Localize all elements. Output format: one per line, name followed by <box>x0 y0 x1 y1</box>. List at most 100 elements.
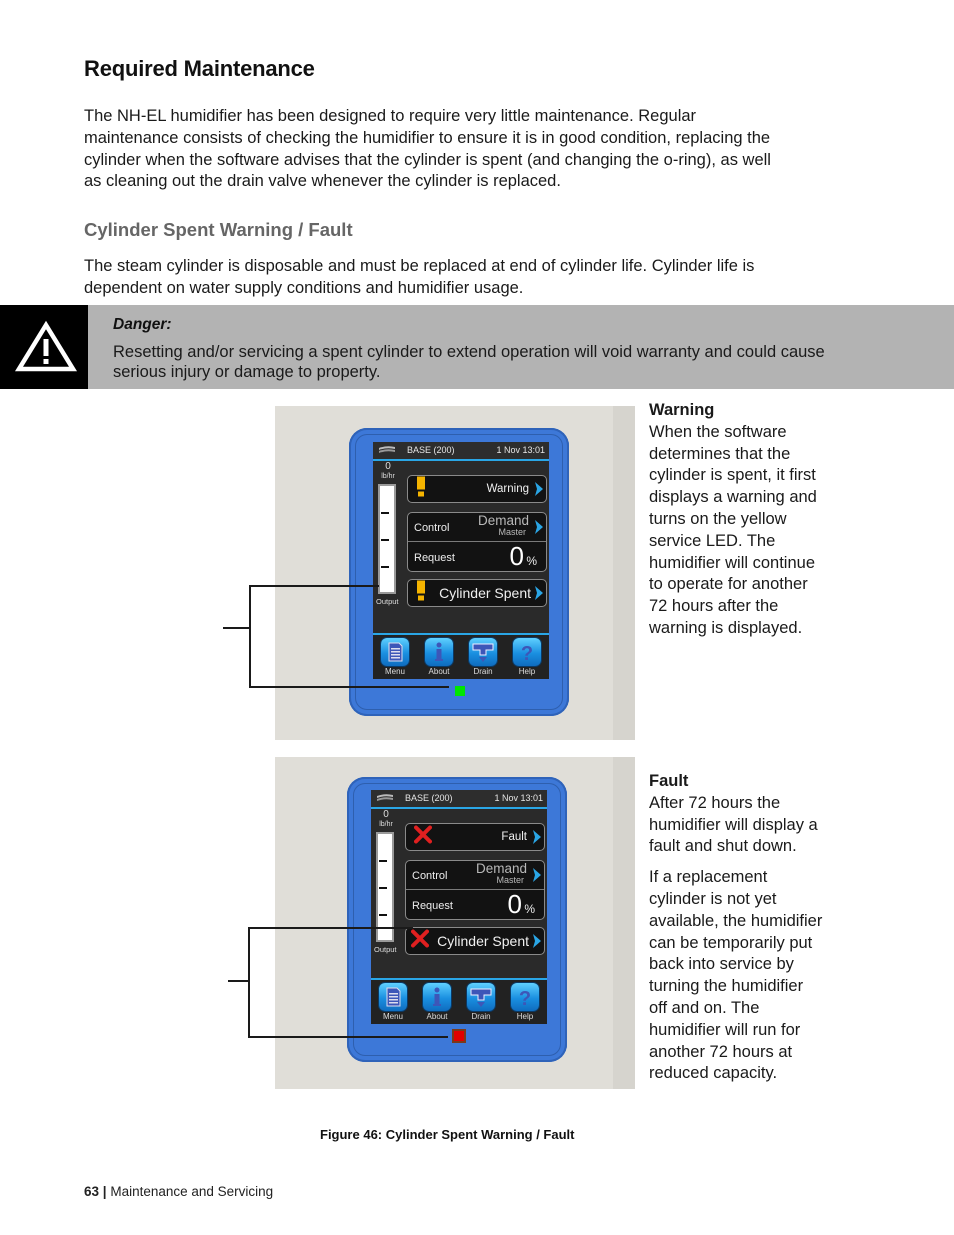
status-button-label: Fault <box>501 831 527 843</box>
warning-line: warning is displayed. <box>649 618 803 637</box>
chevron-right-icon <box>533 830 541 844</box>
toolbar-label: Drain <box>473 667 493 676</box>
help-question-icon: ? <box>519 988 531 1010</box>
control-request-panel[interactable]: Control Demand Master Request 0 % <box>407 512 547 572</box>
fault-description: Fault After 72 hours the humidifier will… <box>649 771 849 1085</box>
status-led-green <box>455 686 465 696</box>
intro-line: as cleaning out the drain valve whenever… <box>84 172 561 191</box>
subsection-line: The steam cylinder is disposable and mus… <box>84 257 755 275</box>
subsection-line: dependent on water supply conditions and… <box>84 278 524 297</box>
screen-header: BASE (200) 1 Nov 13:01 <box>373 442 549 461</box>
control-mode-value: Demand <box>477 513 529 528</box>
header-datetime: 1 Nov 13:01 <box>496 445 545 455</box>
fault-heading: Fault <box>649 772 689 790</box>
danger-line: Resetting and/or servicing a spent cylin… <box>113 343 825 361</box>
gauge-tick <box>381 566 389 568</box>
toolbar-drain-button[interactable]: Drain <box>467 638 499 676</box>
red-x-icon <box>414 825 432 849</box>
document-icon <box>388 642 403 662</box>
fault-line: available, the humidifier <box>649 911 823 930</box>
alarm-button-label: Cylinder Spent <box>439 585 531 601</box>
warning-line: determines that the <box>649 444 791 463</box>
gauge-unit: lb/hr <box>379 821 393 828</box>
danger-text: Resetting and/or servicing a spent cylin… <box>113 343 913 382</box>
subsection-paragraph: The steam cylinder is disposable and mus… <box>84 256 754 300</box>
panel-divider <box>406 889 544 890</box>
warning-status-button[interactable]: Warning <box>407 475 547 503</box>
figure-shade <box>613 406 635 740</box>
control-label: Control <box>414 522 450 534</box>
cylinder-spent-button[interactable]: Cylinder Spent <box>405 927 545 955</box>
callout-line-top <box>249 585 379 587</box>
intro-line: maintenance consists of checking the hum… <box>84 128 771 147</box>
fault-line: reduced capacity. <box>649 1064 778 1083</box>
svg-text:?: ? <box>521 643 533 665</box>
chevron-right-icon <box>535 586 543 600</box>
output-gauge-bar <box>376 832 394 942</box>
callout-stem <box>223 627 250 629</box>
warning-heading: Warning <box>649 401 715 419</box>
control-mode-sub: Master <box>496 875 524 885</box>
gauge-label: Output <box>374 945 397 954</box>
callout-bracket <box>248 927 250 1038</box>
screen-toolbar: Menu About Drain ? Help <box>373 633 549 679</box>
device-screen: BASE (200) 1 Nov 13:01 0 lb/hr Output Fa… <box>371 790 547 1024</box>
fault-status-button[interactable]: Fault <box>405 823 545 851</box>
fault-line: back into service by <box>649 955 794 974</box>
danger-title: Danger: <box>113 316 172 333</box>
toolbar-label: Drain <box>471 1012 491 1021</box>
header-unit-label: BASE (200) <box>407 445 455 455</box>
warning-line: to operate for another <box>649 575 808 594</box>
fault-line: cylinder is not yet <box>649 889 777 908</box>
chevron-right-icon <box>535 482 543 496</box>
chevron-right-icon <box>533 868 541 882</box>
output-gauge-readout: 0 lb/hr <box>375 810 397 830</box>
header-datetime: 1 Nov 13:01 <box>494 793 543 803</box>
page-title: Required Maintenance <box>84 56 315 81</box>
exclamation-icon <box>416 580 426 606</box>
warning-triangle-icon <box>14 320 78 372</box>
toolbar-label: Help <box>518 667 536 676</box>
warning-line: service LED. The <box>649 531 776 550</box>
request-unit: % <box>524 902 535 916</box>
control-request-panel[interactable]: Control Demand Master Request 0 % <box>405 860 545 920</box>
nortec-logo-icon <box>377 794 393 801</box>
toolbar-about-button[interactable]: About <box>423 638 455 676</box>
intro-line: The NH-EL humidifier has been designed t… <box>84 107 697 125</box>
warning-description: Warning When the software determines tha… <box>649 400 849 640</box>
toolbar-drain-button[interactable]: Drain <box>465 983 497 1021</box>
cylinder-spent-button[interactable]: Cylinder Spent <box>407 579 547 607</box>
panel-divider <box>408 541 546 542</box>
request-value: 0 <box>509 541 524 571</box>
gauge-unit: lb/hr <box>381 473 395 480</box>
warning-line: turns on the yellow <box>649 509 787 528</box>
output-gauge-bar <box>378 484 396 594</box>
toolbar-help-button[interactable]: ? Help <box>511 638 543 676</box>
fault-line: humidifier will display a <box>649 815 818 834</box>
svg-text:?: ? <box>519 988 531 1010</box>
figure-caption: Figure 46: Cylinder Spent Warning / Faul… <box>320 1127 575 1142</box>
footer-separator: | <box>102 1184 107 1199</box>
danger-callout: Danger: Resetting and/or servicing a spe… <box>0 305 954 389</box>
danger-body: Danger: Resetting and/or servicing a spe… <box>88 305 954 389</box>
request-label: Request <box>414 552 455 564</box>
toolbar-menu-button[interactable]: Menu <box>377 983 409 1021</box>
warning-line: displays a warning and <box>649 488 817 507</box>
document-icon <box>386 987 401 1007</box>
callout-stem <box>228 980 249 982</box>
toolbar-menu-button[interactable]: Menu <box>379 638 411 676</box>
control-label: Control <box>412 870 448 882</box>
page-number: 63 <box>84 1184 100 1199</box>
status-button-label: Warning <box>486 483 529 495</box>
red-x-icon <box>411 929 429 953</box>
warning-line: 72 hours after the <box>649 597 779 616</box>
fault-line: fault and shut down. <box>649 837 797 856</box>
gauge-tick <box>379 914 387 916</box>
status-led-red <box>454 1031 464 1041</box>
toolbar-about-button[interactable]: About <box>421 983 453 1021</box>
toolbar-help-button[interactable]: ? Help <box>509 983 541 1021</box>
footer-section: Maintenance and Servicing <box>110 1184 274 1199</box>
fault-line: After 72 hours the <box>649 793 781 812</box>
callout-line-bottom <box>249 686 449 688</box>
controller-device: BASE (200) 1 Nov 13:01 0 lb/hr Output Wa… <box>349 428 569 716</box>
